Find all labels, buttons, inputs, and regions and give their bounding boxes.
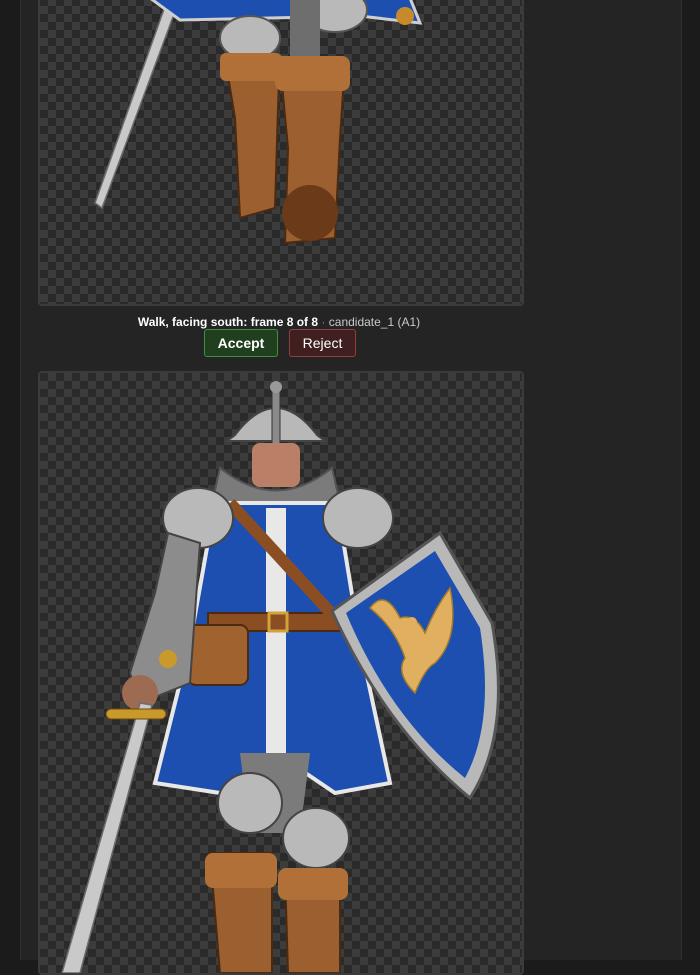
frame-caption: Walk, facing south: frame 8 of 8 · candi… <box>38 314 520 330</box>
knight-sprite-image <box>94 0 423 245</box>
frame-caption-title: Walk, facing south: frame 8 of 8 <box>137 315 319 329</box>
caption-separator: · <box>321 315 326 329</box>
accept-button[interactable]: Accept <box>204 329 278 357</box>
knight-sprite-image <box>61 381 500 973</box>
frame-caption-candidate: candidate_1 (A1) <box>328 315 421 329</box>
sprite-preview-frame-8 <box>38 0 524 306</box>
action-buttons: Accept Reject <box>0 329 560 357</box>
reject-button[interactable]: Reject <box>289 329 356 357</box>
sprite-preview-next <box>38 371 524 975</box>
